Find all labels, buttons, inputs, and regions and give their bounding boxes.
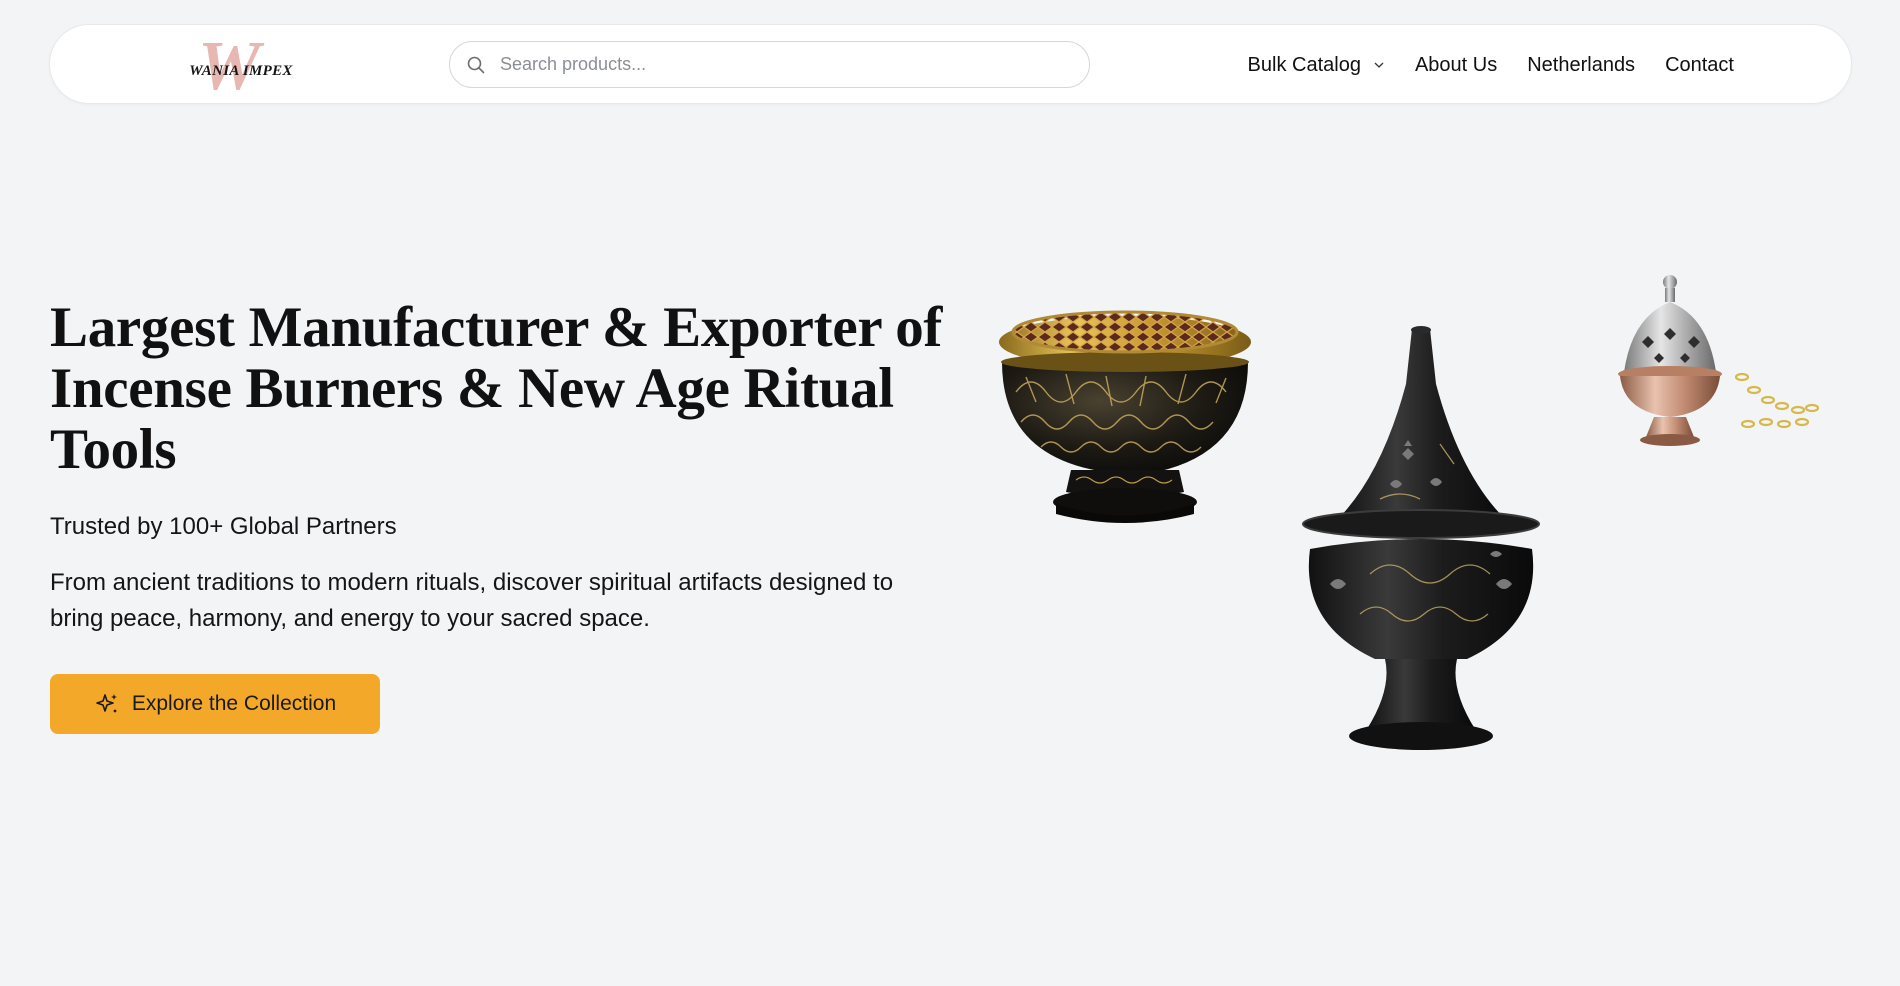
nav-about-us[interactable]: About Us — [1415, 54, 1497, 77]
explore-collection-button[interactable]: Explore the Collection — [50, 674, 380, 734]
hanging-censer-image — [1618, 275, 1820, 446]
hero-title: Largest Manufacturer & Exporter of Incen… — [50, 296, 943, 481]
site-logo[interactable]: W WANIA IMPEX — [176, 32, 306, 102]
search-icon — [467, 56, 485, 74]
hero-description: From ancient traditions to modern ritual… — [50, 569, 894, 632]
cone-burner-image — [1302, 326, 1540, 750]
nav-netherlands-label: Netherlands — [1527, 53, 1636, 76]
nav-contact-label: Contact — [1665, 53, 1734, 76]
nav-bulk-catalog[interactable]: Bulk Catalog — [1248, 54, 1385, 77]
main-nav: Bulk Catalog About Us Netherlands Contac… — [1248, 25, 1734, 105]
explore-collection-label: Explore the Collection — [131, 692, 337, 715]
sparkles-icon — [96, 694, 117, 713]
logo-text: WANIA IMPEX — [189, 63, 293, 79]
nav-about-us-label: About Us — [1414, 53, 1498, 76]
nav-bulk-catalog-label: Bulk Catalog — [1247, 53, 1361, 76]
bowl-burner-image — [999, 310, 1251, 523]
nav-netherlands[interactable]: Netherlands — [1527, 54, 1635, 77]
search-input[interactable] — [500, 42, 1070, 87]
search-bar — [449, 41, 1090, 88]
site-header: W WANIA IMPEX Bulk Catalog About Us Neth… — [49, 24, 1852, 104]
nav-contact[interactable]: Contact — [1665, 54, 1734, 77]
trusted-tagline: Trusted by 100+ Global Partners — [50, 513, 397, 540]
chevron-down-icon — [1374, 62, 1384, 68]
